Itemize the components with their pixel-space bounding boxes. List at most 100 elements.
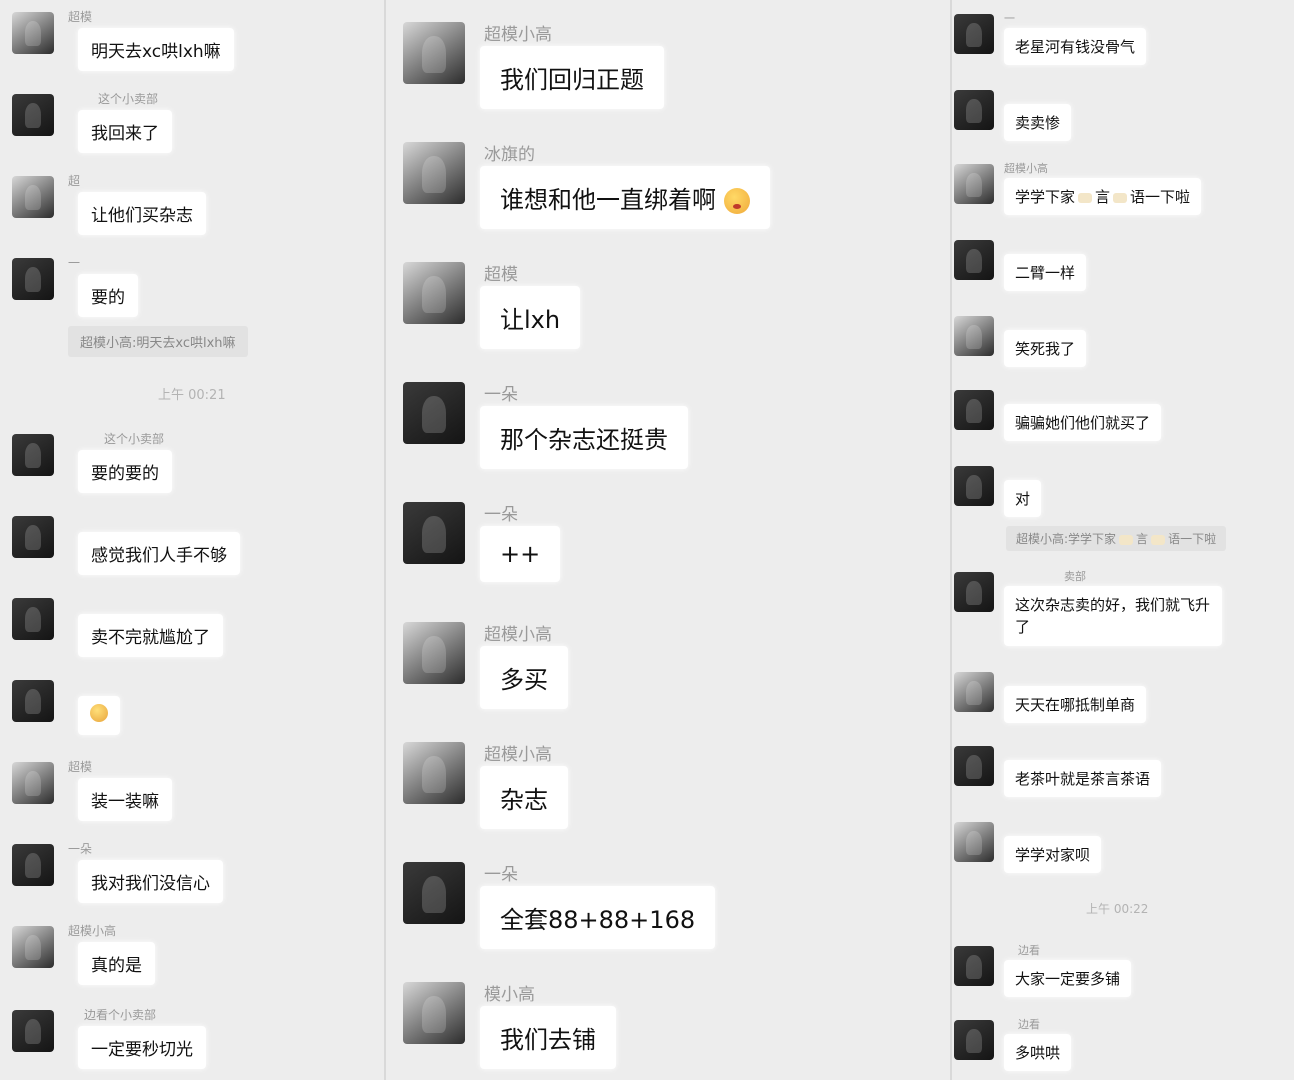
avatar[interactable]: [954, 572, 994, 612]
sender-name: 边看: [1018, 944, 1040, 957]
quoted-message[interactable]: 超模小高:学学下家 言 语一下啦: [1006, 526, 1227, 551]
message-bubble[interactable]: 多买: [480, 646, 568, 709]
sender-name: 超模小高: [1004, 162, 1048, 175]
message-bubble[interactable]: 明天去xc哄lxh嘛: [78, 28, 234, 71]
avatar[interactable]: [12, 516, 54, 558]
message-bubble[interactable]: 多哄哄: [1004, 1034, 1072, 1071]
message-bubble[interactable]: 真的是: [78, 942, 155, 985]
message-bubble[interactable]: 笑死我了: [1004, 330, 1087, 367]
message-bubble[interactable]: 装一装嘛: [78, 778, 172, 821]
message-bubble[interactable]: 二臂一样: [1004, 254, 1087, 291]
avatar[interactable]: [403, 262, 465, 324]
message-bubble[interactable]: 谁想和他一直绑着啊: [480, 166, 770, 229]
avatar[interactable]: [403, 382, 465, 444]
avatar[interactable]: [403, 862, 465, 924]
timestamp: 上午 00:21: [158, 388, 226, 403]
message-bubble[interactable]: 老星河有钱没骨气: [1004, 28, 1147, 65]
message-bubble[interactable]: 我们回归正题: [480, 46, 664, 109]
avatar[interactable]: [954, 466, 994, 506]
sender-name: 超: [68, 174, 81, 188]
avatar[interactable]: [403, 982, 465, 1044]
avatar[interactable]: [954, 316, 994, 356]
chat-panel-left[interactable]: 超模 明天去xc哄lxh嘛 这个小卖部 我回来了 超 让他们买杂志 一 要的 超…: [0, 0, 384, 1080]
sender-name: 一朵: [68, 842, 93, 856]
message-text: 谁想和他一直绑着啊: [500, 186, 716, 214]
avatar[interactable]: [403, 502, 465, 564]
avatar[interactable]: [12, 598, 54, 640]
avatar[interactable]: [954, 1020, 994, 1060]
avatar[interactable]: [954, 672, 994, 712]
avatar[interactable]: [403, 22, 465, 84]
avatar[interactable]: [12, 1010, 54, 1052]
sender-name: 超模: [68, 10, 93, 24]
quote-text: 超模小高:学学下家: [1016, 532, 1117, 546]
tea-cup-icon: [1151, 534, 1166, 545]
avatar[interactable]: [12, 176, 54, 218]
avatar[interactable]: [403, 142, 465, 204]
message-bubble[interactable]: 要的要的: [78, 450, 172, 493]
sender-name: 这个小卖部: [98, 92, 159, 106]
message-bubble[interactable]: 对: [1004, 480, 1042, 517]
message-bubble[interactable]: 骗骗她们他们就买了: [1004, 404, 1162, 441]
avatar[interactable]: [12, 434, 54, 476]
message-bubble[interactable]: 天天在哪抵制单商: [1004, 686, 1147, 723]
message-bubble[interactable]: [78, 696, 120, 735]
quote-text: 语一下啦: [1168, 532, 1217, 546]
sender-name: 这个小卖部: [104, 432, 165, 446]
avatar[interactable]: [954, 822, 994, 862]
avatar[interactable]: [12, 258, 54, 300]
sender-name: 边看个小卖部: [84, 1008, 157, 1022]
message-bubble[interactable]: 卖卖惨: [1004, 104, 1072, 141]
message-bubble[interactable]: ++: [480, 526, 561, 582]
message-bubble[interactable]: 全套88+88+168: [480, 886, 716, 949]
avatar[interactable]: [954, 746, 994, 786]
avatar[interactable]: [403, 622, 465, 684]
message-text: 语一下啦: [1130, 188, 1191, 206]
avatar[interactable]: [954, 14, 994, 54]
avatar[interactable]: [954, 164, 994, 204]
sender-name: 超模: [68, 760, 93, 774]
message-bubble[interactable]: 学学下家 言 语一下啦: [1004, 178, 1202, 215]
sender-name: 一: [1004, 12, 1015, 25]
avatar[interactable]: [954, 240, 994, 280]
chat-panel-middle[interactable]: 超模小高 我们回归正题 冰旗的 谁想和他一直绑着啊 超模 让lxh 一朵 那个杂…: [386, 0, 950, 1080]
avatar[interactable]: [954, 946, 994, 986]
avatar[interactable]: [954, 90, 994, 130]
message-text: 学学下家: [1015, 188, 1076, 206]
sender-name: 边看: [1018, 1018, 1040, 1031]
sender-name: 一朵: [484, 385, 518, 405]
message-bubble[interactable]: 我们去铺: [480, 1006, 616, 1069]
message-bubble[interactable]: 杂志: [480, 766, 568, 829]
message-bubble[interactable]: 这次杂志卖的好，我们就飞升了: [1004, 586, 1222, 646]
tea-cup-icon: [1078, 192, 1093, 203]
message-bubble[interactable]: 要的: [78, 274, 138, 317]
laughing-emoji-icon: [90, 704, 108, 722]
sender-name: 超模小高: [68, 924, 117, 938]
message-bubble[interactable]: 老茶叶就是茶言茶语: [1004, 760, 1162, 797]
sender-name: 冰旗的: [484, 145, 535, 165]
message-bubble[interactable]: 让lxh: [480, 286, 581, 349]
message-bubble[interactable]: 让他们买杂志: [78, 192, 206, 235]
chat-panel-right[interactable]: 一 老星河有钱没骨气 卖卖惨 超模小高 学学下家言语一下啦 二臂一样 笑死我了 …: [952, 0, 1294, 1080]
message-bubble[interactable]: 卖不完就尴尬了: [78, 614, 223, 657]
sender-name: 模小高: [484, 985, 535, 1005]
avatar[interactable]: [12, 926, 54, 968]
message-bubble[interactable]: 学学对家呗: [1004, 836, 1102, 873]
sender-name: 一: [68, 256, 81, 270]
avatar[interactable]: [12, 12, 54, 54]
quoted-message[interactable]: 超模小高:明天去xc哄lxh嘛: [68, 326, 248, 357]
message-bubble[interactable]: 我回来了: [78, 110, 172, 153]
message-bubble[interactable]: 大家一定要多铺: [1004, 960, 1132, 997]
avatar[interactable]: [12, 680, 54, 722]
avatar[interactable]: [403, 742, 465, 804]
message-bubble[interactable]: 那个杂志还挺贵: [480, 406, 688, 469]
message-bubble[interactable]: 感觉我们人手不够: [78, 532, 240, 575]
message-bubble[interactable]: 我对我们没信心: [78, 860, 223, 903]
avatar[interactable]: [12, 94, 54, 136]
embarrassed-emoji-icon: [723, 188, 750, 214]
message-bubble[interactable]: 一定要秒切光: [78, 1026, 206, 1069]
avatar[interactable]: [12, 844, 54, 886]
sender-name: 超模小高: [484, 745, 552, 765]
avatar[interactable]: [954, 390, 994, 430]
avatar[interactable]: [12, 762, 54, 804]
